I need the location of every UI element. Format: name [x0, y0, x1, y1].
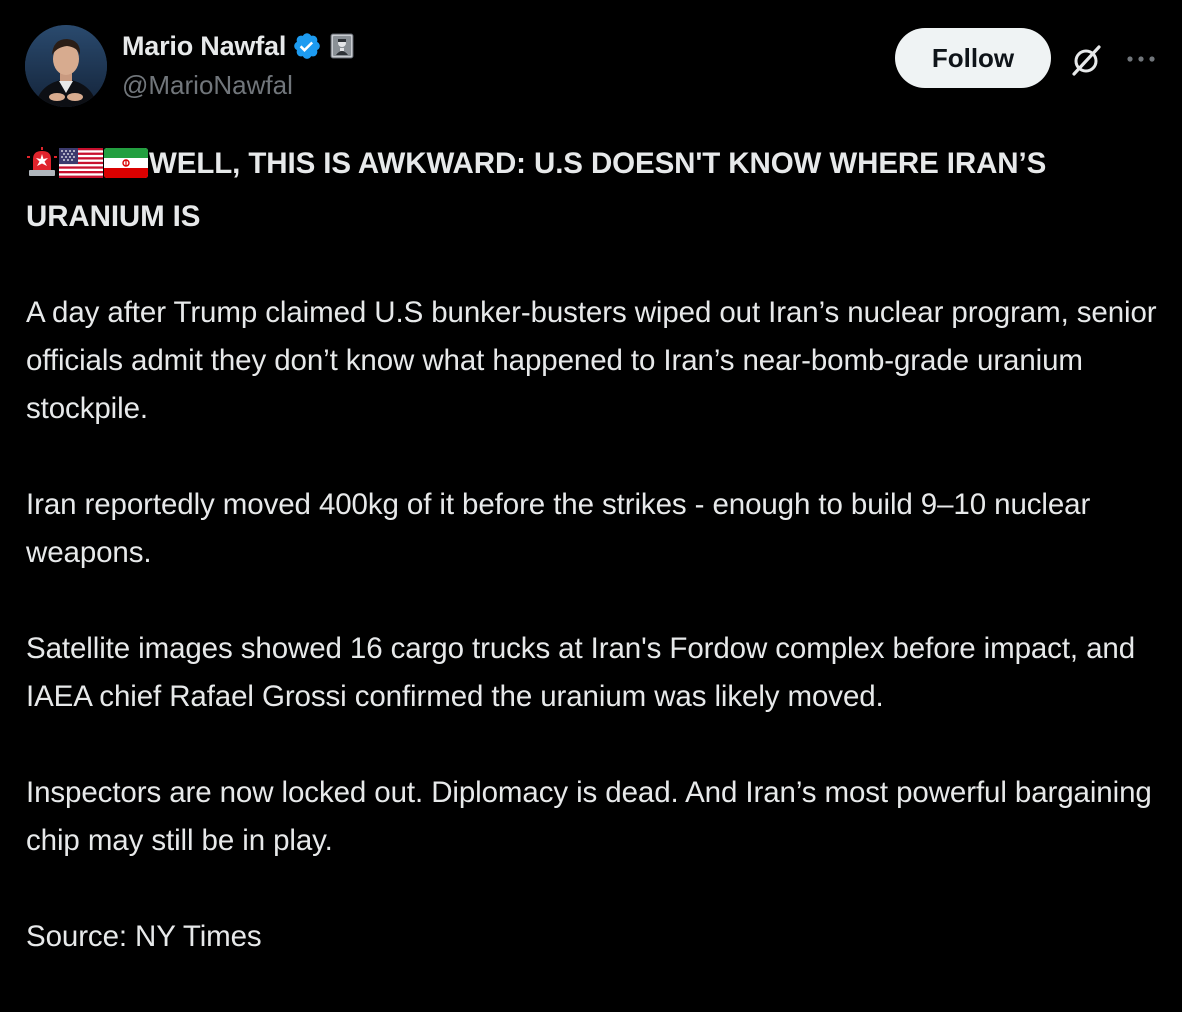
affiliate-badge-icon[interactable] [330, 33, 354, 59]
tweet-paragraph: A day after Trump claimed U.S bunker-bus… [26, 296, 1157, 425]
police-light-emoji [26, 145, 58, 193]
author-handle[interactable]: @MarioNawfal [122, 70, 293, 101]
tweet-headline-text: WELL, THIS IS AWKWARD: U.S DOESN'T KNOW … [26, 147, 1047, 233]
us-flag-emoji [59, 145, 103, 193]
grok-icon[interactable] [1066, 40, 1106, 80]
author-name-row: Mario Nawfal [122, 28, 354, 64]
verified-badge-icon[interactable] [292, 31, 322, 61]
follow-button[interactable]: Follow [895, 28, 1051, 88]
tweet-text: WELL, THIS IS AWKWARD: U.S DOESN'T KNOW … [26, 140, 1166, 961]
avatar[interactable] [25, 25, 107, 107]
iran-flag-emoji [104, 145, 148, 193]
tweet-paragraph: Satellite images showed 16 cargo trucks … [26, 632, 1136, 713]
tweet-headline: WELL, THIS IS AWKWARD: U.S DOESN'T KNOW … [26, 140, 1166, 241]
more-options-icon[interactable] [1124, 44, 1158, 74]
tweet-paragraph: Iran reportedly moved 400kg of it before… [26, 488, 1091, 569]
tweet-paragraph: Inspectors are now locked out. Diplomacy… [26, 776, 1152, 857]
author-display-name[interactable]: Mario Nawfal [122, 31, 286, 62]
tweet-source: Source: NY Times [26, 920, 262, 953]
